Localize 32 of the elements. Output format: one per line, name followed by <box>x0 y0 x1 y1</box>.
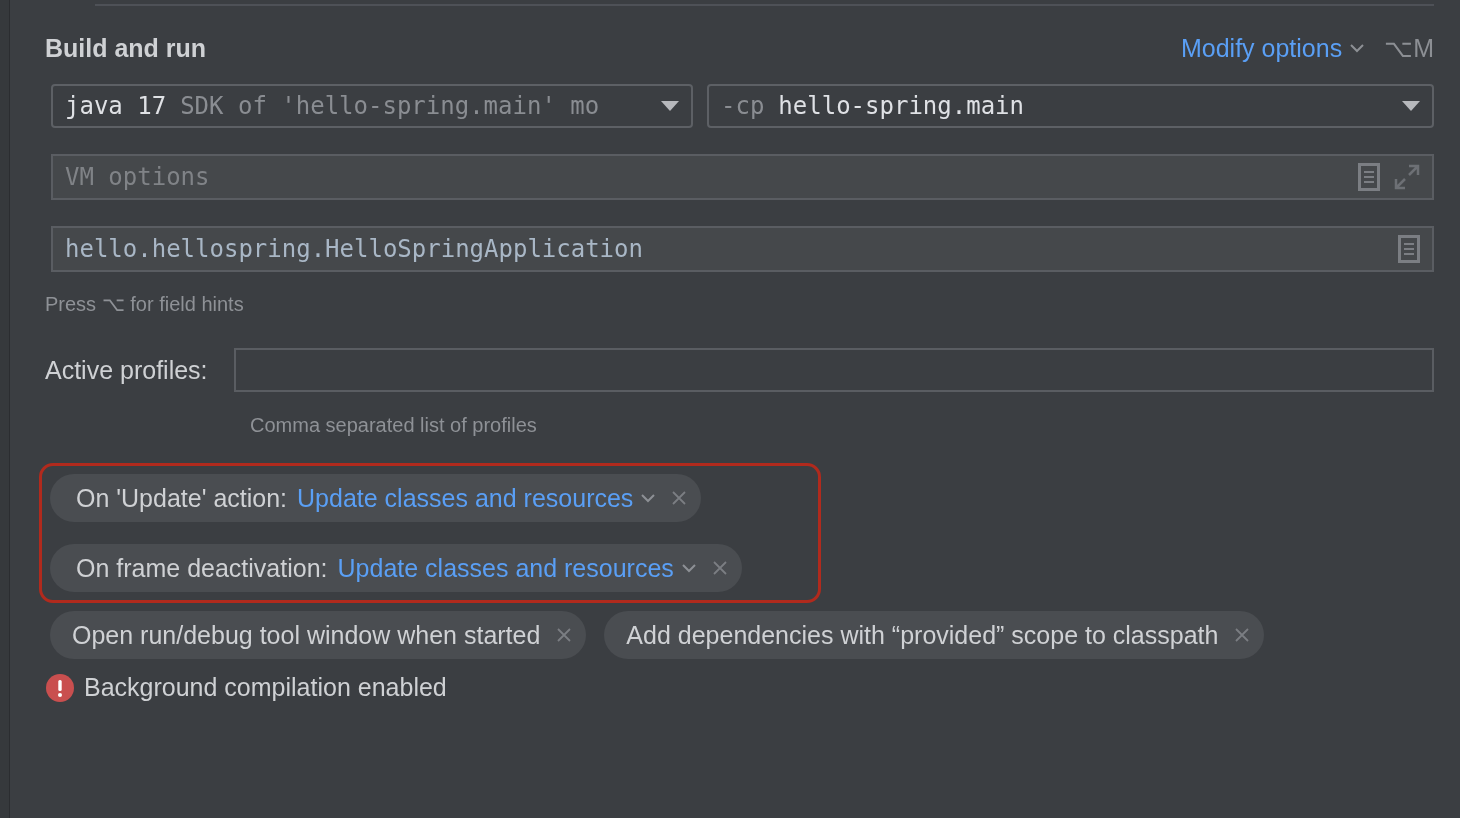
option-chip: Open run/debug tool window when started <box>50 611 587 659</box>
vm-options-field[interactable]: VM options <box>51 154 1434 200</box>
option-chip: On frame deactivation: Update classes and resources <box>50 544 742 592</box>
main-class-input[interactable]: hello.hellospring.HelloSpringApplication <box>65 235 1384 263</box>
classpath-dropdown[interactable]: -cp hello-spring.main <box>707 84 1434 128</box>
jre-dropdown[interactable]: java 17 SDK of 'hello-spring.main' mo <box>51 84 693 128</box>
vm-options-input[interactable]: VM options <box>65 163 1344 191</box>
close-button[interactable] <box>1234 627 1251 643</box>
chevron-down-icon <box>1350 43 1365 53</box>
field-hint: Press ⌥ for field hints <box>45 292 245 316</box>
option-chip: Add dependencies with “provided” scope to classpath <box>604 611 1265 659</box>
close-button[interactable] <box>711 560 728 576</box>
shortcut-hint: ⌥M <box>1384 33 1434 63</box>
active-profiles-label: Active profiles: <box>45 355 208 385</box>
option-value-link[interactable]: Update classes and resources <box>337 553 696 583</box>
chevron-down-icon <box>641 493 656 503</box>
close-button[interactable] <box>556 627 573 643</box>
chevron-down-icon <box>681 563 696 573</box>
option-value-link[interactable]: Update classes and resources <box>297 483 656 513</box>
document-icon[interactable] <box>1398 235 1420 263</box>
dropdown-arrow-icon <box>1402 101 1420 111</box>
section-title: Build and run <box>45 33 207 63</box>
expand-icon[interactable] <box>1394 164 1420 190</box>
option-chip: On 'Update' action: Update classes and resources <box>50 474 702 522</box>
modify-options-link[interactable]: Modify options <box>1180 33 1365 63</box>
document-icon[interactable] <box>1358 163 1380 191</box>
warning-text: Background compilation enabled <box>84 673 447 702</box>
main-class-field[interactable]: hello.hellospring.HelloSpringApplication <box>51 226 1434 272</box>
active-profiles-field[interactable] <box>233 348 1434 392</box>
close-button[interactable] <box>671 490 688 506</box>
dropdown-arrow-icon <box>661 101 679 111</box>
profiles-hint: Comma separated list of profiles <box>250 414 538 437</box>
